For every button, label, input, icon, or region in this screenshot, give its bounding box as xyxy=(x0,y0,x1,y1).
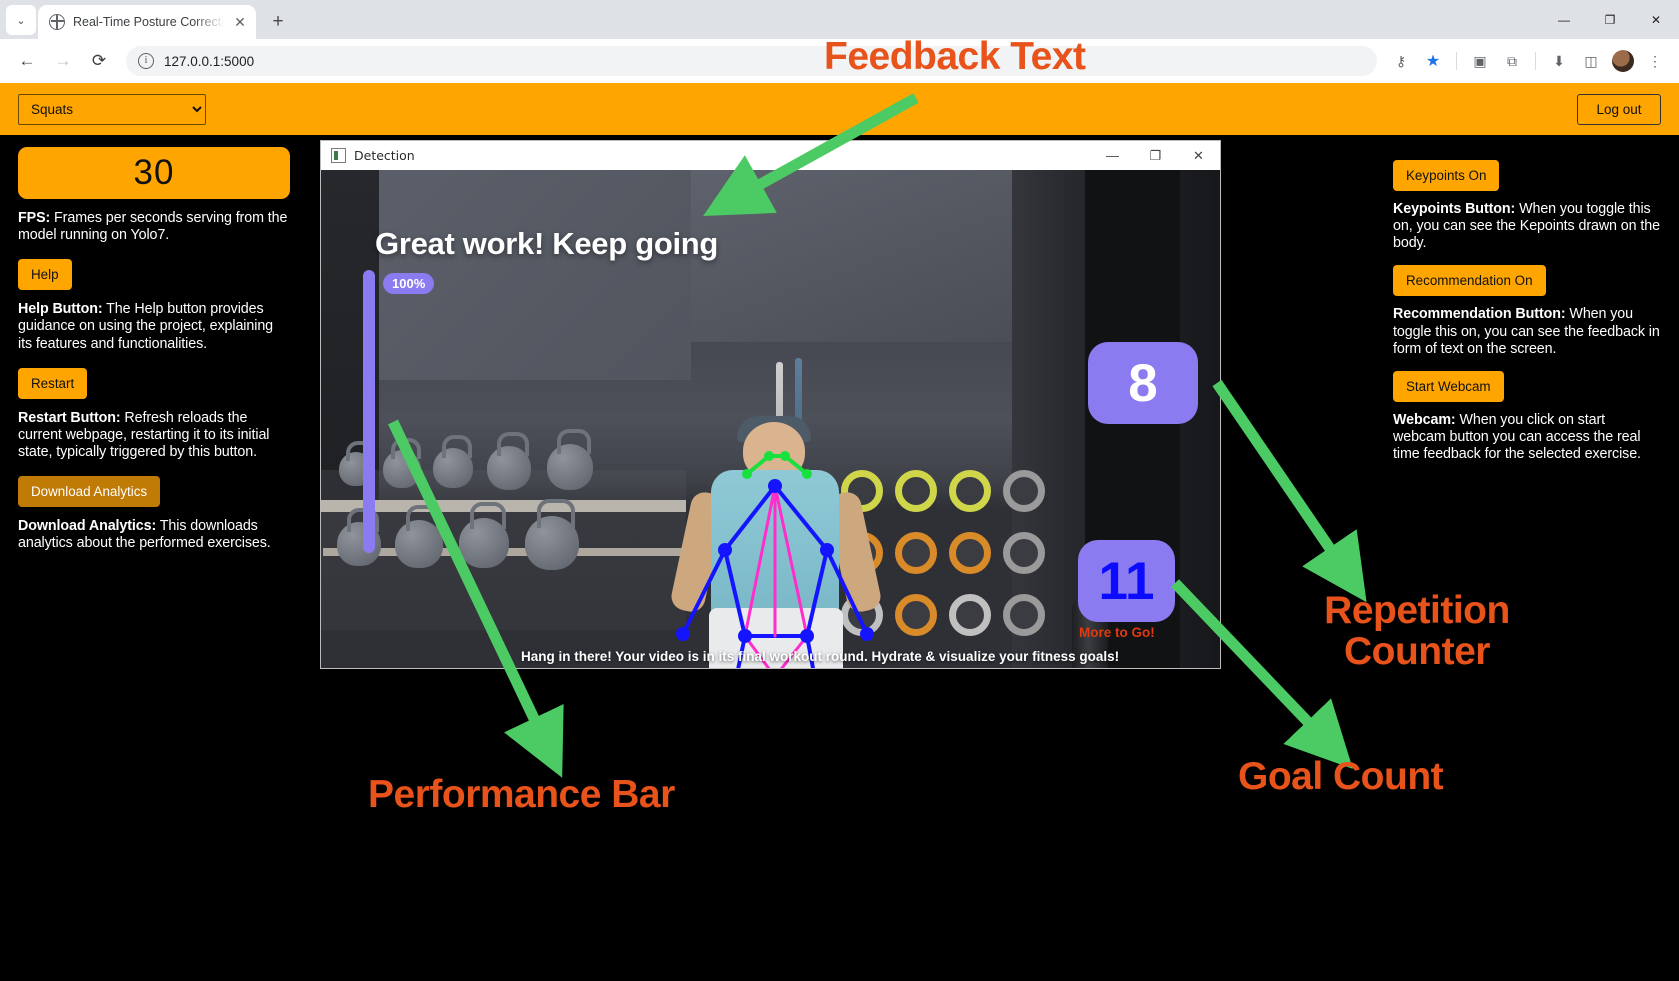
address-bar[interactable]: i 127.0.0.1:5000 xyxy=(126,46,1377,76)
video-caption-text: Hang in there! Your video is in its fina… xyxy=(521,649,1120,665)
annotation-performance-bar: Performance Bar xyxy=(368,773,675,816)
right-panel-spacer xyxy=(1393,135,1661,147)
keypoints-description-label: Keypoints Button: xyxy=(1393,201,1516,217)
left-panel: 30 FPS: Frames per seconds serving from … xyxy=(18,135,290,553)
detection-maximize-icon[interactable]: ❐ xyxy=(1134,141,1177,170)
detection-close-icon[interactable]: ✕ xyxy=(1177,141,1220,170)
feedback-text-overlay: Great work! Keep going xyxy=(375,226,719,261)
detection-minimize-icon[interactable]: — xyxy=(1091,141,1134,170)
site-info-icon[interactable]: i xyxy=(138,53,154,69)
fps-description: FPS: Frames per seconds serving from the… xyxy=(18,210,290,244)
download-icon[interactable]: ⬇ xyxy=(1545,47,1573,75)
detection-window-controls: — ❐ ✕ xyxy=(1091,141,1220,170)
download-description: Download Analytics: This downloads analy… xyxy=(18,518,290,552)
recommendation-description: Recommendation Button: When you toggle t… xyxy=(1393,306,1661,357)
start-webcam-button[interactable]: Start Webcam xyxy=(1393,370,1504,402)
weight-plate xyxy=(895,470,937,512)
performance-percent-label: 100% xyxy=(383,273,435,294)
exercise-select[interactable]: Squats xyxy=(18,93,206,125)
detection-title-bar: Detection — ❐ ✕ xyxy=(321,141,1220,170)
weight-plate xyxy=(1003,470,1045,512)
weight-plate xyxy=(1003,532,1045,574)
maximize-icon[interactable]: ❐ xyxy=(1587,0,1633,39)
annotation-goal-count: Goal Count xyxy=(1238,755,1444,798)
help-description-label: Help Button: xyxy=(18,301,103,318)
minimize-icon[interactable]: — xyxy=(1541,0,1587,39)
tab-search-button[interactable]: ⌄ xyxy=(6,5,36,35)
repetition-counter-badge: 8 xyxy=(1088,342,1198,424)
password-key-icon[interactable]: ⚷ xyxy=(1387,47,1415,75)
download-analytics-button[interactable]: Download Analytics xyxy=(18,476,161,508)
fps-description-label: FPS: xyxy=(18,210,51,226)
weight-plate xyxy=(895,594,937,636)
back-icon[interactable]: ← xyxy=(10,44,44,78)
reload-icon[interactable]: ⟳ xyxy=(82,44,116,78)
bookmark-star-icon[interactable]: ★ xyxy=(1419,47,1447,75)
weight-plate xyxy=(949,470,991,512)
annotation-feedback-text: Feedback Text xyxy=(824,35,1086,78)
app-window-icon xyxy=(331,148,346,163)
tab-title: Real-Time Posture Correction in xyxy=(73,15,224,29)
gym-wall-panel-right xyxy=(691,170,1036,342)
right-panel: Keypoints On Keypoints Button: When you … xyxy=(1393,135,1661,463)
weight-plate xyxy=(895,532,937,574)
globe-favicon-icon xyxy=(49,14,65,30)
extensions-icon[interactable]: ⧉ xyxy=(1498,47,1526,75)
goal-subtext: More to Go! xyxy=(1079,625,1155,640)
fps-display: 30 xyxy=(18,147,290,199)
close-icon[interactable]: ✕ xyxy=(232,14,248,31)
performance-bar xyxy=(363,270,375,553)
person-torso xyxy=(711,470,839,620)
kettlebell xyxy=(487,431,531,490)
webcam-description-label: Webcam: xyxy=(1393,411,1456,428)
download-description-label: Download Analytics: xyxy=(18,518,157,535)
toolbar-divider xyxy=(1456,52,1457,70)
url-text: 127.0.0.1:5000 xyxy=(164,53,255,69)
logout-button[interactable]: Log out xyxy=(1577,93,1661,125)
restart-description: Restart Button: Refresh reloads the curr… xyxy=(18,410,290,461)
avatar[interactable] xyxy=(1609,47,1637,75)
kettlebell xyxy=(383,437,421,488)
annotation-repetition-counter: Repetition Counter xyxy=(1324,589,1510,673)
close-window-icon[interactable]: ✕ xyxy=(1633,0,1679,39)
app-bar: Squats Log out xyxy=(0,83,1679,135)
window-controls: — ❐ ✕ xyxy=(1541,0,1679,39)
kettlebell xyxy=(547,429,593,490)
help-button[interactable]: Help xyxy=(18,259,72,291)
kettlebell xyxy=(525,498,579,570)
keypoints-toggle-button[interactable]: Keypoints On xyxy=(1393,160,1500,191)
forward-icon[interactable]: → xyxy=(46,44,80,78)
chevron-down-icon: ⌄ xyxy=(16,14,26,27)
person-figure xyxy=(651,416,901,668)
weight-plate xyxy=(949,532,991,574)
browser-menu-icon[interactable]: ⋮ xyxy=(1641,47,1669,75)
video-feed: Great work! Keep going 100% 8 11 More to… xyxy=(321,170,1220,668)
browser-tab[interactable]: Real-Time Posture Correction in ✕ xyxy=(38,5,256,39)
toolbar-divider-2 xyxy=(1535,52,1536,70)
main-stage: 30 FPS: Frames per seconds serving from … xyxy=(0,135,1679,981)
detection-window: Detection — ❐ ✕ Great work! Keep going 1… xyxy=(321,141,1220,668)
profile-avatar-icon xyxy=(1612,50,1634,72)
tab-strip: ⌄ Real-Time Posture Correction in ✕ + — … xyxy=(0,0,1679,39)
toolbar-icons: ⚷ ★ ▣ ⧉ ⬇ ◫ ⋮ xyxy=(1387,47,1669,75)
restart-description-label: Restart Button: xyxy=(18,409,121,426)
detection-window-title: Detection xyxy=(354,148,415,163)
goal-count-badge: 11 xyxy=(1078,540,1175,622)
restart-button[interactable]: Restart xyxy=(18,367,88,399)
webcam-description: Webcam: When you click on start webcam b… xyxy=(1393,412,1661,463)
fps-description-text: Frames per seconds serving from the mode… xyxy=(18,210,288,244)
kettlebell xyxy=(433,435,473,488)
new-tab-button[interactable]: + xyxy=(264,8,292,36)
kettlebell xyxy=(459,502,509,568)
side-panel-icon[interactable]: ◫ xyxy=(1577,47,1605,75)
fps-value: 30 xyxy=(133,153,175,192)
recommendation-description-label: Recommendation Button: xyxy=(1393,306,1566,323)
keypoints-description: Keypoints Button: When you toggle this o… xyxy=(1393,201,1661,252)
kettlebell xyxy=(395,504,443,568)
recommendation-toggle-button[interactable]: Recommendation On xyxy=(1393,265,1546,297)
weight-plate xyxy=(949,594,991,636)
cast-icon[interactable]: ▣ xyxy=(1466,47,1494,75)
weight-plate xyxy=(1003,594,1045,636)
help-description: Help Button: The Help button provides gu… xyxy=(18,301,290,352)
